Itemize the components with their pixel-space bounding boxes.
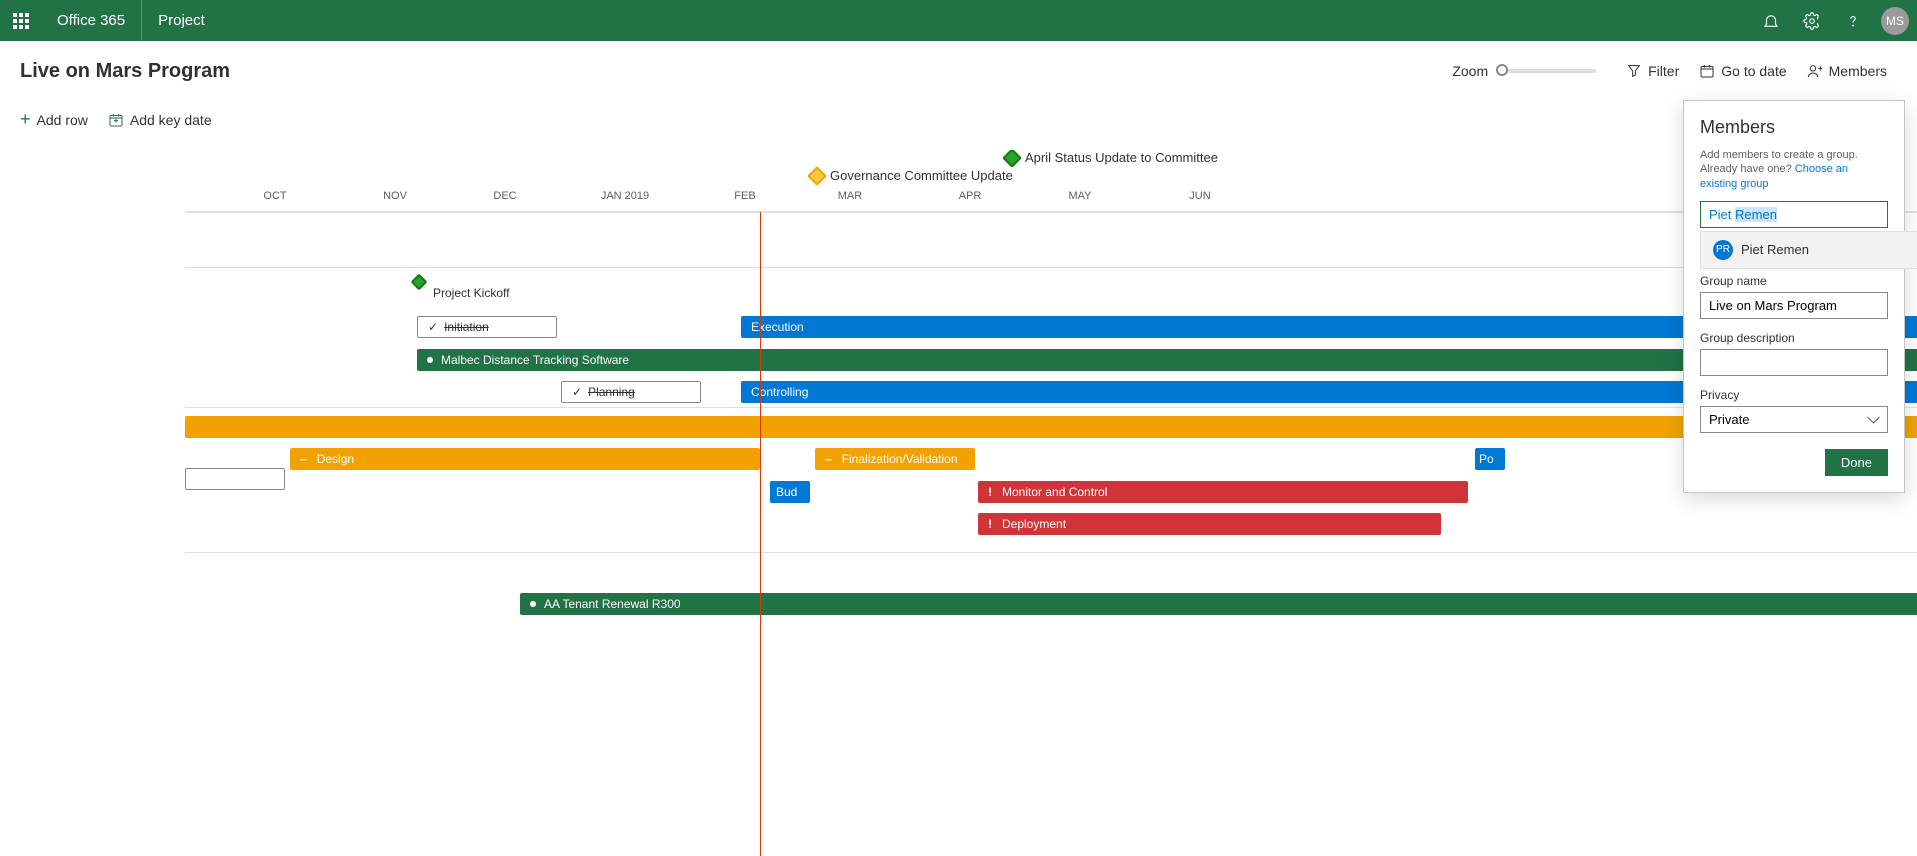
chart-area: Governance Committee Update April Status… bbox=[185, 150, 1917, 856]
members-label: Members bbox=[1829, 63, 1887, 79]
axis-tick: OCT bbox=[263, 190, 286, 202]
minus-icon: – bbox=[825, 452, 832, 466]
task-bar-bud[interactable]: Bud bbox=[770, 481, 810, 503]
members-panel-title: Members bbox=[1700, 117, 1888, 138]
minus-icon: – bbox=[300, 452, 307, 466]
zoom-slider[interactable] bbox=[1496, 69, 1596, 73]
milestone-april-status[interactable]: April Status Update to Committee bbox=[1005, 150, 1218, 165]
dot-icon bbox=[530, 601, 536, 607]
month-axis: OCT NOV DEC JAN 2019 FEB MAR APR MAY JUN bbox=[185, 190, 1917, 212]
task-label: Bud bbox=[776, 485, 797, 499]
task-bar-design[interactable]: –Design bbox=[290, 448, 760, 470]
group-name-label: Group name bbox=[1700, 274, 1888, 288]
axis-tick: NOV bbox=[383, 190, 407, 202]
task-bar-po[interactable]: Po bbox=[1475, 448, 1505, 470]
group-desc-label: Group description bbox=[1700, 331, 1888, 345]
members-panel: Members Add members to create a group. A… bbox=[1683, 100, 1905, 493]
suggestion-avatar: PR bbox=[1713, 240, 1733, 260]
milestone-kickoff-label: Project Kickoff bbox=[433, 286, 509, 300]
task-label: Finalization/Validation bbox=[842, 452, 958, 466]
task-label: Initiation bbox=[444, 320, 489, 334]
check-icon: ✓ bbox=[428, 320, 438, 334]
privacy-select[interactable] bbox=[1700, 406, 1888, 433]
task-label: Planning bbox=[588, 385, 635, 399]
plus-icon: + bbox=[20, 109, 31, 130]
member-search-input[interactable]: Piet Remen bbox=[1700, 201, 1888, 228]
row-headers-column bbox=[0, 150, 185, 856]
brand-link[interactable]: Office 365 bbox=[41, 0, 142, 41]
task-bar-initiation[interactable]: ✓ Initiation bbox=[417, 316, 557, 338]
milestone-label: April Status Update to Committee bbox=[1025, 150, 1218, 165]
members-button[interactable]: Members bbox=[1797, 57, 1897, 85]
add-key-date-label: Add key date bbox=[130, 112, 212, 128]
milestone-diamond-icon[interactable] bbox=[411, 274, 428, 291]
axis-tick: JAN 2019 bbox=[601, 190, 649, 202]
today-line bbox=[760, 212, 761, 856]
goto-date-label: Go to date bbox=[1721, 63, 1786, 79]
task-label: Malbec Distance Tracking Software bbox=[441, 353, 629, 367]
milestone-callouts: Governance Committee Update April Status… bbox=[185, 150, 1917, 190]
timeline-row: My Azure Board Project PR Piet Remen bbox=[185, 212, 1917, 267]
notifications-button[interactable] bbox=[1750, 0, 1791, 41]
member-search-text-selected: Remen bbox=[1735, 207, 1777, 222]
add-row-button[interactable]: + Add row bbox=[20, 109, 88, 130]
help-button[interactable] bbox=[1832, 0, 1873, 41]
task-bar-deployment[interactable]: ! Deployment bbox=[978, 513, 1441, 535]
goto-date-button[interactable]: Go to date bbox=[1689, 57, 1796, 85]
task-bar-empty[interactable] bbox=[185, 468, 285, 490]
timeline-row: Malibu Database Technology R250 Software… bbox=[185, 407, 1917, 552]
milestone-governance[interactable]: Governance Committee Update bbox=[810, 168, 1013, 183]
zoom-control[interactable]: Zoom bbox=[1452, 63, 1596, 79]
done-button[interactable]: Done bbox=[1825, 449, 1888, 476]
warning-icon: ! bbox=[988, 517, 992, 531]
task-label: AA Tenant Renewal R300 bbox=[544, 597, 681, 611]
task-bar-monitor[interactable]: ! Monitor and Control bbox=[978, 481, 1468, 503]
app-name[interactable]: Project bbox=[142, 12, 221, 29]
diamond-green-icon bbox=[1002, 150, 1022, 167]
milestone-label: Governance Committee Update bbox=[830, 168, 1013, 183]
zoom-handle[interactable] bbox=[1496, 64, 1508, 76]
group-name-input[interactable] bbox=[1700, 292, 1888, 319]
axis-tick: MAR bbox=[838, 190, 862, 202]
summary-bar-orange[interactable] bbox=[185, 416, 1917, 438]
group-desc-input[interactable] bbox=[1700, 349, 1888, 376]
diamond-orange-icon bbox=[807, 166, 827, 186]
task-label: Execution bbox=[751, 320, 804, 334]
suite-bar: Office 365 Project MS bbox=[0, 0, 1917, 41]
actions-row: + Add row Add key date bbox=[0, 101, 1917, 150]
axis-tick: MAY bbox=[1068, 190, 1091, 202]
task-bar-planning[interactable]: ✓ Planning bbox=[561, 381, 701, 403]
task-label: Monitor and Control bbox=[1002, 485, 1107, 499]
timeline: Governance Committee Update April Status… bbox=[0, 150, 1917, 856]
axis-tick: APR bbox=[959, 190, 982, 202]
axis-tick: FEB bbox=[734, 190, 755, 202]
members-help-text: Add members to create a group. Already h… bbox=[1700, 148, 1888, 191]
axis-tick: JUN bbox=[1189, 190, 1210, 202]
suggestion-name: Piet Remen bbox=[1741, 242, 1809, 257]
task-label: Po bbox=[1479, 452, 1494, 466]
task-bar-finalization[interactable]: –Finalization/Validation bbox=[815, 448, 975, 470]
member-suggestion[interactable]: PR Piet Remen bbox=[1700, 231, 1917, 269]
filter-button[interactable]: Filter bbox=[1616, 57, 1689, 85]
settings-button[interactable] bbox=[1791, 0, 1832, 41]
add-row-label: Add row bbox=[37, 112, 88, 128]
privacy-label: Privacy bbox=[1700, 388, 1888, 402]
command-bar: Live on Mars Program Zoom Filter Go to d… bbox=[0, 41, 1917, 101]
page-title: Live on Mars Program bbox=[20, 60, 230, 83]
warning-icon: ! bbox=[988, 485, 992, 499]
zoom-label: Zoom bbox=[1452, 63, 1488, 79]
app-launcher-button[interactable] bbox=[0, 0, 41, 41]
dot-icon bbox=[427, 357, 433, 363]
user-avatar[interactable]: MS bbox=[1881, 7, 1909, 35]
add-key-date-button[interactable]: Add key date bbox=[108, 112, 212, 128]
check-icon: ✓ bbox=[572, 385, 582, 399]
task-label: Design bbox=[317, 452, 354, 466]
timeline-row: Malbec Distance Tracking Software MS Mar… bbox=[185, 267, 1917, 407]
filter-label: Filter bbox=[1648, 63, 1679, 79]
task-label: Deployment bbox=[1002, 517, 1066, 531]
member-search-text-prefix: Piet bbox=[1709, 207, 1735, 222]
summary-bar[interactable]: AA Tenant Renewal R300 bbox=[520, 593, 1917, 615]
timeline-row: AA Tenant Renewal R300 PR Piet Remen AA … bbox=[185, 552, 1917, 622]
axis-tick: DEC bbox=[493, 190, 516, 202]
